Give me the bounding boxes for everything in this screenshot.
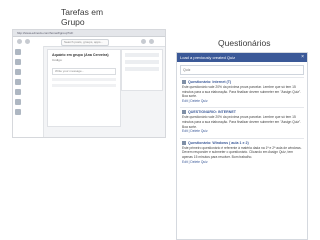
group-thumb-icon (15, 69, 21, 75)
group-code: Código: (52, 58, 63, 62)
group-thumb-icon (15, 89, 21, 95)
divider (52, 84, 116, 87)
sidebar-item[interactable] (15, 108, 41, 116)
quiz-item[interactable]: Questionário: Internet (T) Este question… (180, 77, 304, 105)
quiz-actions[interactable]: Edit | Delete Quiz (182, 99, 302, 104)
placeholder-line (125, 53, 159, 57)
quiz-icon (182, 110, 186, 115)
sidebar-item[interactable] (15, 68, 41, 76)
quiz-item[interactable]: QUESTIONÁRIO: INTERNET Este questionário… (180, 107, 304, 135)
browser-url-bar[interactable]: http://www.edmodo.com/home#/group?id= (13, 30, 165, 37)
caption-questionarios: Questionários (218, 38, 271, 48)
quiz-title[interactable]: Questionário: Windows ( aula 1 e 2) (188, 141, 249, 145)
right-widget (121, 49, 163, 91)
quiz-actions[interactable]: Edit | Delete Quiz (182, 160, 302, 165)
quiz-description: Este questionário vale 20% da próxima pr… (182, 115, 302, 129)
home-icon[interactable] (25, 39, 30, 44)
quiz-panel: Load a previously created Quiz × Quiz Qu… (176, 52, 308, 240)
quiz-icon (182, 80, 186, 85)
group-thumb-icon (15, 49, 21, 55)
avatar[interactable] (149, 39, 154, 44)
group-thumb-icon (15, 79, 21, 85)
placeholder-line (125, 67, 159, 71)
url-text: http://www.edmodo.com/home#/group?id= (17, 31, 74, 35)
logo-icon[interactable] (17, 39, 22, 44)
group-main-panel: Aquário em grupo (Ana Cerveira) Código: … (47, 49, 121, 127)
group-page-screenshot: http://www.edmodo.com/home#/group?id= Se… (12, 29, 166, 138)
post-input[interactable]: Write your message... (52, 68, 116, 75)
sidebar-item[interactable] (15, 58, 41, 66)
divider (52, 78, 116, 81)
quiz-title[interactable]: QUESTIONÁRIO: INTERNET (188, 110, 236, 114)
group-thumb-icon (15, 109, 21, 115)
quiz-panel-title: Load a previously created Quiz (180, 55, 236, 60)
sidebar (13, 46, 44, 137)
search-placeholder: Search posts, groups, apps... (64, 40, 104, 44)
quiz-search-input[interactable]: Quiz (180, 65, 304, 75)
group-thumb-icon (15, 99, 21, 105)
quiz-icon (182, 140, 186, 145)
group-title: Aquário em grupo (Ana Cerveira) (52, 53, 109, 57)
search-input[interactable]: Search posts, groups, apps... (61, 39, 109, 46)
notifications-icon[interactable] (141, 39, 146, 44)
quiz-panel-header: Load a previously created Quiz × (177, 53, 307, 62)
sidebar-item[interactable] (15, 98, 41, 106)
sidebar-item[interactable] (15, 48, 41, 56)
quiz-title[interactable]: Questionário: Internet (T) (188, 80, 231, 84)
quiz-description: Este primeiro questionário é referente à… (182, 145, 302, 159)
quiz-item[interactable]: Questionário: Windows ( aula 1 e 2) Este… (180, 137, 304, 166)
sidebar-item[interactable] (15, 78, 41, 86)
sidebar-item[interactable] (15, 88, 41, 96)
caption-tarefas-em-grupo: Tarefas em Grupo (61, 7, 104, 27)
close-icon[interactable]: × (301, 53, 304, 62)
quiz-actions[interactable]: Edit | Delete Quiz (182, 129, 302, 134)
group-thumb-icon (15, 59, 21, 65)
quiz-description: Este questionário vale 20% da próxima pr… (182, 85, 302, 99)
placeholder-line (125, 60, 159, 64)
